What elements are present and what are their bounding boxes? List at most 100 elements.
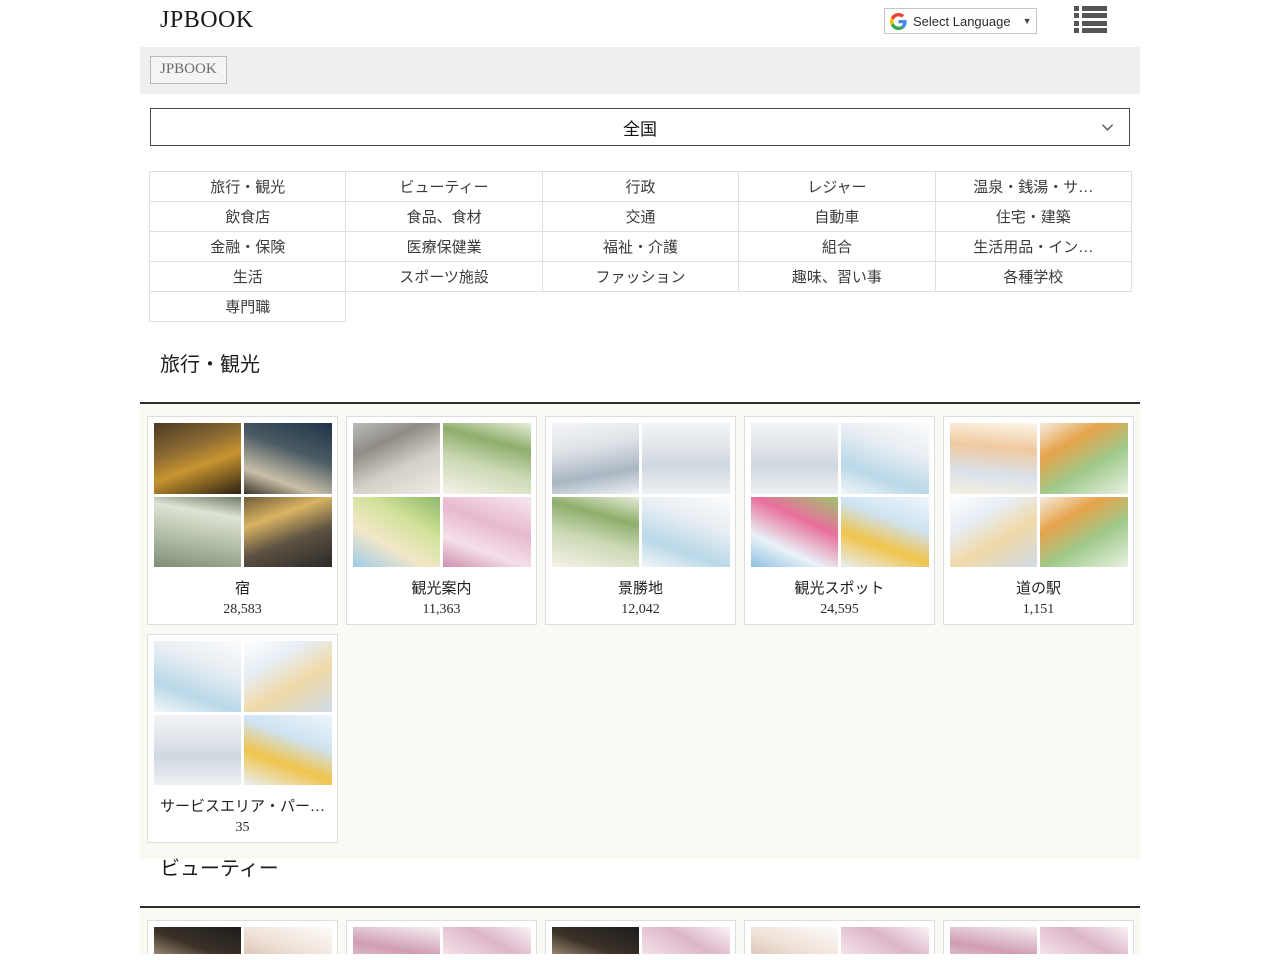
card-thumbnail bbox=[751, 497, 839, 568]
card-thumbnail bbox=[353, 927, 441, 954]
card-thumbnail bbox=[154, 927, 242, 954]
card-thumbnail bbox=[244, 423, 332, 494]
card-thumbnail bbox=[353, 497, 441, 568]
card-label: サービスエリア・パー… bbox=[160, 795, 325, 816]
category-cell[interactable]: レジャー bbox=[739, 172, 935, 202]
category-card[interactable] bbox=[943, 920, 1134, 954]
category-card[interactable] bbox=[545, 920, 736, 954]
category-cell[interactable]: 組合 bbox=[739, 232, 935, 262]
category-card[interactable] bbox=[346, 920, 537, 954]
card-thumbnail-grid bbox=[154, 641, 332, 785]
category-cell[interactable]: 食品、食材 bbox=[346, 202, 542, 232]
card-thumbnail bbox=[244, 715, 332, 786]
category-card[interactable] bbox=[147, 920, 338, 954]
card-thumbnail bbox=[353, 423, 441, 494]
card-thumbnail bbox=[154, 641, 242, 712]
category-card[interactable]: 景勝地12,042 bbox=[545, 416, 736, 625]
card-thumbnail-grid bbox=[353, 927, 531, 954]
category-cell[interactable]: ビューティー bbox=[346, 172, 542, 202]
card-thumbnail bbox=[642, 927, 730, 954]
card-row: サービスエリア・パー… 35 bbox=[140, 634, 1140, 843]
category-cell[interactable]: スポーツ施設 bbox=[346, 262, 542, 292]
card-row bbox=[140, 920, 1140, 954]
card-count: 11,363 bbox=[423, 602, 461, 618]
category-card[interactable] bbox=[744, 920, 935, 954]
category-cell[interactable]: 温泉・銭湯・サ… bbox=[935, 172, 1131, 202]
card-thumbnail bbox=[950, 423, 1038, 494]
category-cell[interactable]: 趣味、習い事 bbox=[739, 262, 935, 292]
card-label: 宿 bbox=[235, 577, 250, 598]
menu-row bbox=[1074, 28, 1107, 33]
card-thumbnail bbox=[751, 927, 839, 954]
category-cell[interactable]: ファッション bbox=[542, 262, 738, 292]
card-thumbnail bbox=[443, 927, 531, 954]
section-travel: 旅行・観光 宿28,583観光案内11,363景勝地12,042 観光スポット 24… bbox=[140, 348, 1140, 859]
category-table: 旅行・観光ビューティー行政レジャー温泉・銭湯・サ…飲食店食品、食材交通自動車住宅… bbox=[149, 171, 1132, 322]
card-thumbnail bbox=[443, 423, 531, 494]
category-card[interactable]: 宿28,583 bbox=[147, 416, 338, 625]
site-logo[interactable]: JPBOOK bbox=[160, 7, 254, 34]
card-thumbnail bbox=[443, 497, 531, 568]
category-table-row: 飲食店食品、食材交通自動車住宅・建築 bbox=[150, 202, 1132, 232]
chevron-down-icon[interactable]: ▼ bbox=[1023, 17, 1032, 26]
category-cell[interactable]: 金融・保険 bbox=[150, 232, 346, 262]
card-label: 観光スポット bbox=[794, 577, 884, 598]
list-menu-icon[interactable] bbox=[1074, 6, 1107, 33]
card-thumbnail-grid bbox=[950, 927, 1128, 954]
card-thumbnail-grid bbox=[950, 423, 1128, 567]
card-thumbnail bbox=[154, 715, 242, 786]
breadcrumb: JPBOOK bbox=[140, 47, 1140, 94]
google-translate-widget[interactable]: Select Language ▼ bbox=[884, 8, 1037, 34]
category-cell[interactable]: 住宅・建築 bbox=[935, 202, 1131, 232]
card-thumbnail bbox=[841, 497, 929, 568]
google-g-icon bbox=[890, 13, 907, 30]
section-title: 旅行・観光 bbox=[140, 348, 1140, 377]
card-thumbnail-grid bbox=[154, 423, 332, 567]
category-card[interactable]: サービスエリア・パー… 35 bbox=[147, 634, 338, 843]
category-cell[interactable]: 生活用品・イン… bbox=[935, 232, 1131, 262]
category-table-body: 旅行・観光ビューティー行政レジャー温泉・銭湯・サ…飲食店食品、食材交通自動車住宅… bbox=[150, 172, 1132, 322]
card-thumbnail bbox=[841, 423, 929, 494]
card-thumbnail bbox=[552, 497, 640, 568]
category-cell[interactable]: 行政 bbox=[542, 172, 738, 202]
card-count: 1,151 bbox=[1023, 602, 1055, 618]
category-table-row: 金融・保険医療保健業福祉・介護組合生活用品・イン… bbox=[150, 232, 1132, 262]
card-thumbnail bbox=[154, 497, 242, 568]
card-count: 24,595 bbox=[820, 602, 859, 618]
card-thumbnail bbox=[841, 927, 929, 954]
card-thumbnail bbox=[950, 497, 1038, 568]
menu-row bbox=[1074, 21, 1107, 26]
cards-area bbox=[140, 908, 1140, 954]
site-header: JPBOOK Select Language ▼ bbox=[0, 0, 1280, 47]
breadcrumb-item-jpbook[interactable]: JPBOOK bbox=[150, 56, 227, 84]
category-cell[interactable]: 生活 bbox=[150, 262, 346, 292]
category-cell[interactable]: 専門職 bbox=[150, 292, 346, 322]
category-card[interactable]: 道の駅 1,151 bbox=[943, 416, 1134, 625]
category-cell[interactable]: 福祉・介護 bbox=[542, 232, 738, 262]
card-thumbnail-grid bbox=[353, 423, 531, 567]
card-label: 道の駅 bbox=[1016, 577, 1061, 598]
category-cell[interactable]: 交通 bbox=[542, 202, 738, 232]
menu-row bbox=[1074, 13, 1107, 18]
category-cell[interactable]: 旅行・観光 bbox=[150, 172, 346, 202]
category-card[interactable]: 観光案内11,363 bbox=[346, 416, 537, 625]
card-count: 12,042 bbox=[621, 602, 660, 618]
card-thumbnail bbox=[552, 927, 640, 954]
card-count: 35 bbox=[236, 820, 250, 836]
card-thumbnail bbox=[642, 497, 730, 568]
region-select[interactable]: 全国 bbox=[150, 108, 1130, 146]
category-table-row: 専門職 bbox=[150, 292, 1132, 322]
category-cell[interactable]: 医療保健業 bbox=[346, 232, 542, 262]
category-card[interactable]: 観光スポット 24,595 bbox=[744, 416, 935, 625]
category-cell[interactable]: 各種学校 bbox=[935, 262, 1131, 292]
chevron-down-icon bbox=[1100, 120, 1115, 135]
card-thumbnail bbox=[244, 641, 332, 712]
card-thumbnail bbox=[244, 497, 332, 568]
category-cell[interactable]: 飲食店 bbox=[150, 202, 346, 232]
card-thumbnail-grid bbox=[552, 927, 730, 954]
card-thumbnail bbox=[154, 423, 242, 494]
card-thumbnail bbox=[1040, 927, 1128, 954]
category-cell-empty bbox=[935, 292, 1131, 322]
translate-label: Select Language bbox=[913, 14, 1011, 29]
category-cell[interactable]: 自動車 bbox=[739, 202, 935, 232]
